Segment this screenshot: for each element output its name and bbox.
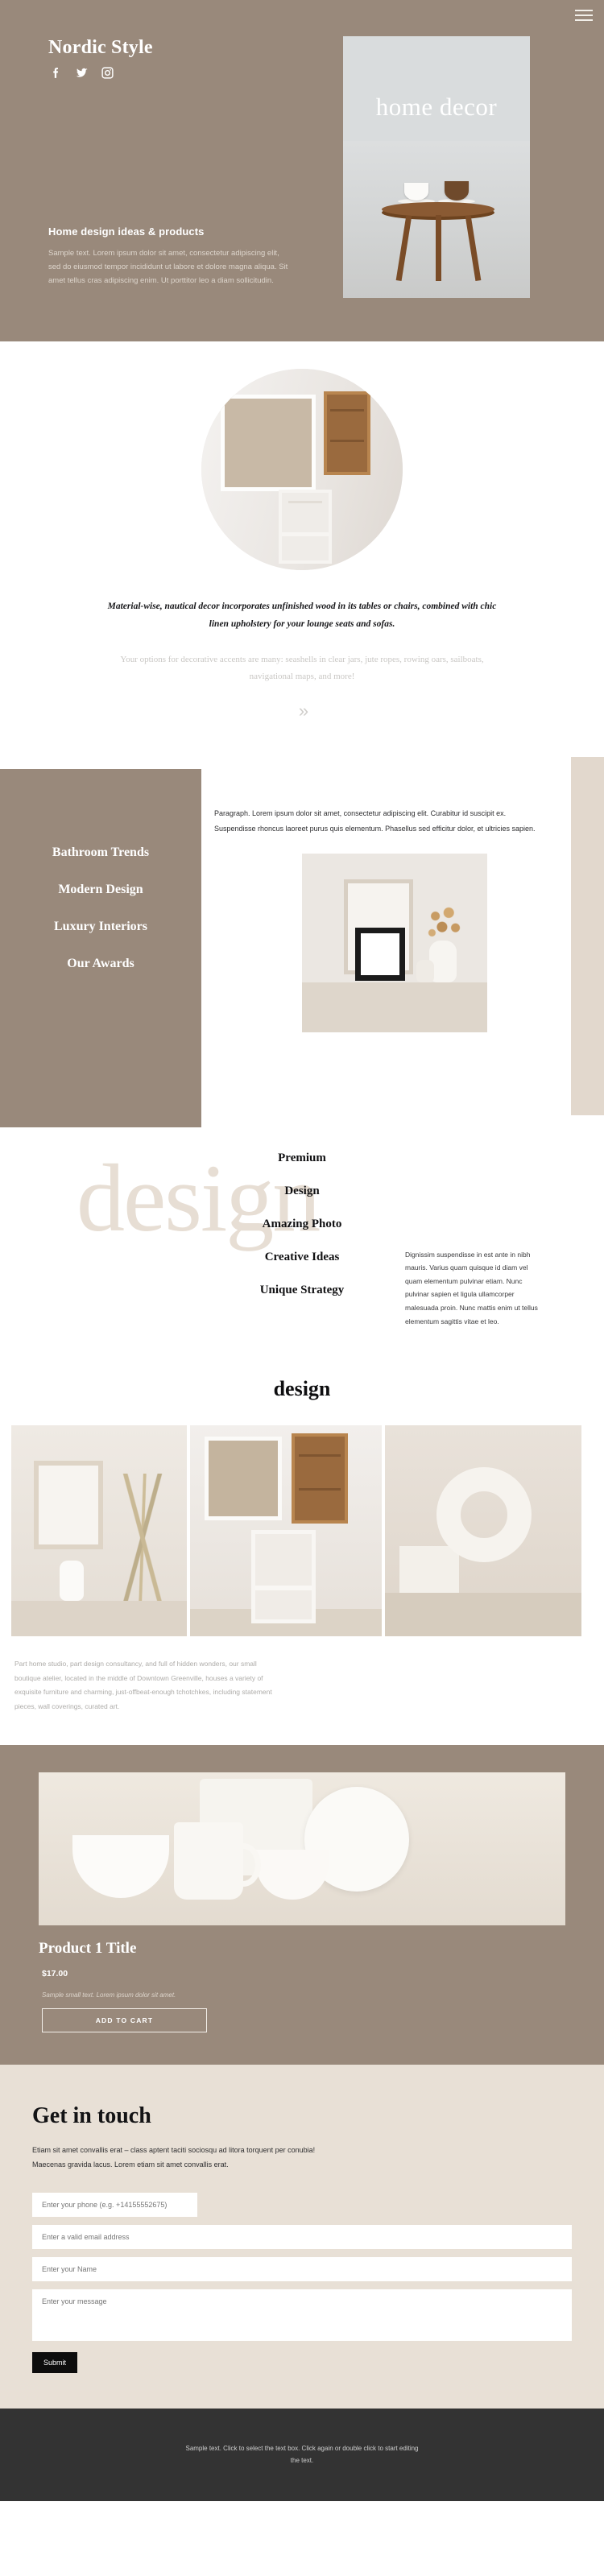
hamburger-menu-icon[interactable] [575, 10, 593, 21]
hero-paragraph: Sample text. Lorem ipsum dolor sit amet,… [48, 249, 288, 285]
product-image[interactable] [39, 1772, 565, 1926]
twitter-icon[interactable] [75, 66, 89, 80]
chair-shape [279, 490, 332, 564]
hero-table-photo [343, 141, 530, 298]
mug-shape [174, 1822, 261, 1900]
floor-shape [302, 982, 487, 1032]
hero-text-block: Home design ideas & products Sample text… [48, 225, 290, 288]
black-frame-shape [355, 927, 405, 981]
menu-item-our-awards[interactable]: Our Awards [0, 957, 201, 971]
design-item-premium[interactable]: Premium [0, 1152, 604, 1165]
vase-shape [60, 1560, 84, 1601]
design-section-paragraph: Dignissim suspendisse in est ante in nib… [405, 1250, 538, 1325]
dried-flowers-shape [423, 903, 465, 945]
cup-shape [404, 183, 428, 201]
email-input[interactable] [32, 2225, 572, 2250]
facebook-icon[interactable] [49, 66, 63, 80]
hero-card-label: home decor [375, 93, 498, 121]
gallery-row [0, 1424, 604, 1636]
gallery-section: design Part home studio, part design con… [0, 1368, 604, 1715]
cup-shape [256, 1850, 329, 1900]
hero-image-card: home decor [343, 36, 530, 298]
paragraph-line-2: Suspendisse rhoncus laoreet purus quis e… [214, 824, 536, 833]
plant-shape [114, 1473, 171, 1602]
menu-item-modern-design[interactable]: Modern Design [0, 883, 201, 897]
table-leg-shape [465, 214, 482, 282]
menu-section-paragraph: Paragraph. Lorem ipsum dolor sit amet, c… [214, 806, 536, 837]
gallery-image-donut-vase[interactable] [385, 1424, 581, 1636]
design-item-design[interactable]: Design [0, 1185, 604, 1198]
pedestal-shape [399, 1545, 459, 1593]
gallery-paragraph: Part home studio, part design consultanc… [14, 1659, 272, 1711]
product-price: $17.00 [42, 1969, 68, 1979]
paragraph-line-1: Paragraph. Lorem ipsum dolor sit amet, c… [214, 808, 507, 817]
chair-shape [251, 1529, 316, 1623]
menu-section: Bathroom Trends Modern Design Luxury Int… [0, 756, 604, 1127]
hero-section: Nordic Style Home design ideas & product… [0, 0, 604, 341]
sand-accent-band [571, 756, 604, 1115]
small-vase-shape [416, 959, 434, 982]
contact-form: Submit [32, 2193, 572, 2374]
gallery-image-window-chair[interactable] [190, 1424, 382, 1636]
gallery-title: design [273, 1376, 331, 1400]
table-leg-shape [436, 215, 441, 281]
window-shape [221, 395, 316, 491]
intro-section: Material-wise, nautical decor incorporat… [0, 341, 604, 757]
hamburger-bar [575, 10, 593, 11]
product-description: Sample small text. Lorem ipsum dolor sit… [42, 1991, 176, 1999]
add-to-cart-button[interactable]: ADD TO CART [42, 2008, 207, 2033]
footer-text: Sample text. Click to select the text bo… [185, 2445, 419, 2465]
frames-still-life-photo [302, 853, 487, 1032]
category-nav: Bathroom Trends Modern Design Luxury Int… [0, 846, 201, 994]
circle-interior-photo [201, 369, 403, 570]
menu-item-luxury-interiors[interactable]: Luxury Interiors [0, 920, 201, 934]
design-list-section: design Premium Design Amazing Photo Crea… [0, 1127, 604, 1369]
hamburger-bar [575, 19, 593, 21]
cup-shape [445, 181, 469, 201]
gallery-image-framed-art[interactable] [11, 1424, 187, 1636]
menu-item-bathroom-trends[interactable]: Bathroom Trends [0, 846, 201, 860]
hamburger-bar [575, 14, 593, 16]
product-title: Product 1 Title [39, 1940, 137, 1958]
phone-input[interactable] [32, 2193, 197, 2218]
product-card: Product 1 Title $17.00 Sample small text… [39, 1772, 565, 2033]
contact-title: Get in touch [32, 2103, 151, 2129]
intro-subquote: Your options for decorative accents are … [120, 654, 484, 682]
contact-section: Get in touch Etiam sit amet convallis er… [0, 2065, 604, 2409]
table-leg-shape [395, 214, 412, 282]
window-shape [205, 1436, 282, 1520]
message-textarea[interactable] [32, 2289, 572, 2342]
product-section: Product 1 Title $17.00 Sample small text… [0, 1745, 604, 2065]
donut-vase-shape [436, 1466, 532, 1562]
chevron-right-icon[interactable]: » [0, 701, 604, 720]
design-item-amazing-photo[interactable]: Amazing Photo [0, 1218, 604, 1231]
bowl-shape [72, 1835, 169, 1899]
contact-subtitle: Etiam sit amet convallis erat – class ap… [32, 2146, 316, 2169]
shutter-shape [292, 1433, 348, 1524]
intro-quote: Material-wise, nautical decor incorporat… [107, 602, 497, 630]
site-brand[interactable]: Nordic Style [48, 37, 153, 59]
social-links [49, 66, 114, 80]
submit-button[interactable]: Submit [32, 2352, 78, 2374]
frame-shape [34, 1460, 103, 1549]
page-footer: Sample text. Click to select the text bo… [0, 2409, 604, 2501]
floor-shape [11, 1600, 187, 1636]
instagram-icon[interactable] [101, 66, 114, 80]
hero-heading: Home design ideas & products [48, 225, 205, 238]
shutter-shape [324, 391, 370, 475]
floor-shape [385, 1592, 581, 1636]
name-input[interactable] [32, 2257, 572, 2282]
